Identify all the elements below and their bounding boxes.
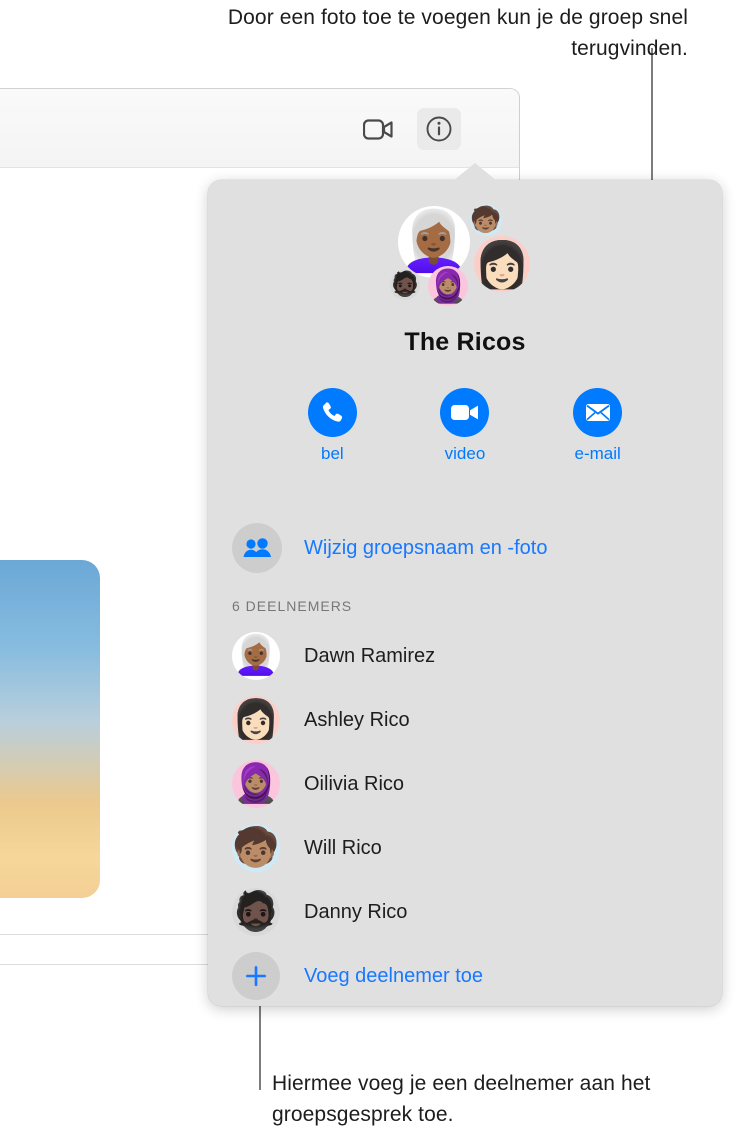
popover-arrow [453, 163, 497, 181]
participant-row-will-rico[interactable]: 🧒🏽 Will Rico [232, 816, 708, 880]
participant-name: Danny Rico [304, 900, 408, 923]
participant-name: Dawn Ramirez [304, 644, 436, 667]
phone-icon [322, 402, 342, 422]
group-action-row: bel video e-mail [208, 388, 722, 464]
video-action-label: video [444, 444, 486, 463]
cluster-avatar-top-glyph: 🧒🏽 [470, 205, 502, 234]
envelope-icon [585, 404, 610, 421]
annotation-bottom-text: Hiermee voeg je een deelnemer aan het gr… [272, 1072, 651, 1126]
participant-name: Ashley Rico [304, 708, 410, 731]
call-action-label: bel [320, 444, 344, 463]
participant-row-danny-rico[interactable]: 🧔🏿 Danny Rico [232, 880, 708, 944]
cluster-avatar-main: 👩🏾‍🦳 [398, 206, 470, 278]
video-camera-icon [363, 118, 393, 140]
group-info-popover: 👩🏾‍🦳 🧒🏽 👩🏻 🧔🏿 🧕🏽 The Ricos bel [208, 163, 722, 1008]
group-title: The Ricos [404, 328, 526, 356]
leader-line-bottom-vertical [259, 1000, 261, 1090]
add-participant-row[interactable]: Voeg deelnemer toe [232, 944, 708, 1008]
avatar-glyph: 🧕🏽 [232, 763, 280, 805]
window-toolbar [0, 89, 519, 168]
avatar: 👩🏾‍🦳 [232, 632, 280, 680]
screenshot-root: Door een foto toe te voegen kun je de gr… [0, 0, 748, 1145]
photo-attachment-bubble[interactable] [0, 560, 100, 898]
cluster-avatar-top: 🧒🏽 [470, 204, 502, 236]
plus-icon [246, 966, 266, 986]
group-avatar-cluster[interactable]: 👩🏾‍🦳 🧒🏽 👩🏻 🧔🏿 🧕🏽 [388, 198, 530, 308]
cluster-avatar-pink-glyph: 🧕🏽 [428, 268, 468, 304]
two-people-icon [243, 538, 271, 557]
video-action-circle [440, 388, 490, 437]
video-action-button[interactable]: video [420, 388, 510, 464]
email-action-circle [573, 388, 623, 437]
add-participant-icon-wrap [232, 952, 280, 1000]
participant-name: Oilivia Rico [304, 772, 405, 795]
cluster-avatar-small-glyph: 🧔🏿 [390, 271, 420, 298]
cluster-avatar-right: 👩🏻 [474, 236, 530, 292]
participant-name: Will Rico [304, 836, 382, 859]
photo-subject-figure [0, 658, 28, 898]
cluster-avatar-small: 🧔🏿 [390, 270, 420, 300]
change-group-name-icon-wrap [232, 523, 282, 573]
participant-row-dawn-ramirez[interactable]: 👩🏾‍🦳 Dawn Ramirez [232, 624, 708, 688]
email-action-button[interactable]: e-mail [553, 388, 643, 464]
avatar-glyph: 🧔🏿 [232, 891, 280, 933]
change-group-name-row[interactable]: Wijzig groepsnaam en -foto [232, 522, 702, 574]
cluster-avatar-pink: 🧕🏽 [428, 266, 468, 306]
change-group-name-label: Wijzig groepsnaam en -foto [304, 536, 548, 559]
avatar: 🧔🏿 [232, 888, 280, 936]
call-action-circle [307, 388, 357, 437]
cluster-avatar-main-glyph: 👩🏾‍🦳 [398, 209, 470, 274]
call-action-button[interactable]: bel [287, 388, 377, 464]
annotation-top-text: Door een foto toe te voegen kun je de gr… [227, 6, 688, 60]
info-toolbar-button[interactable] [417, 108, 461, 150]
avatar: 🧕🏽 [232, 760, 280, 808]
info-circle-icon [426, 116, 452, 142]
video-call-toolbar-button[interactable] [357, 109, 399, 149]
avatar: 👩🏻 [232, 696, 280, 744]
add-participant-label: Voeg deelnemer toe [304, 964, 484, 987]
participant-row-oilivia-rico[interactable]: 🧕🏽 Oilivia Rico [232, 752, 708, 816]
avatar: 🧒🏽 [232, 824, 280, 872]
avatar-glyph: 👩🏾‍🦳 [232, 635, 280, 677]
participants-section-heading: 6 DEELNEMERS [232, 598, 353, 614]
cluster-avatar-right-glyph: 👩🏻 [474, 238, 530, 290]
participant-list: 👩🏾‍🦳 Dawn Ramirez 👩🏻 Ashley Rico 🧕🏽 Oili… [232, 624, 708, 1008]
avatar-glyph: 👩🏻 [232, 699, 280, 741]
email-action-label: e-mail [574, 444, 621, 463]
avatar-glyph: 🧒🏽 [232, 827, 280, 869]
video-camera-icon [450, 405, 478, 420]
participant-row-ashley-rico[interactable]: 👩🏻 Ashley Rico [232, 688, 708, 752]
